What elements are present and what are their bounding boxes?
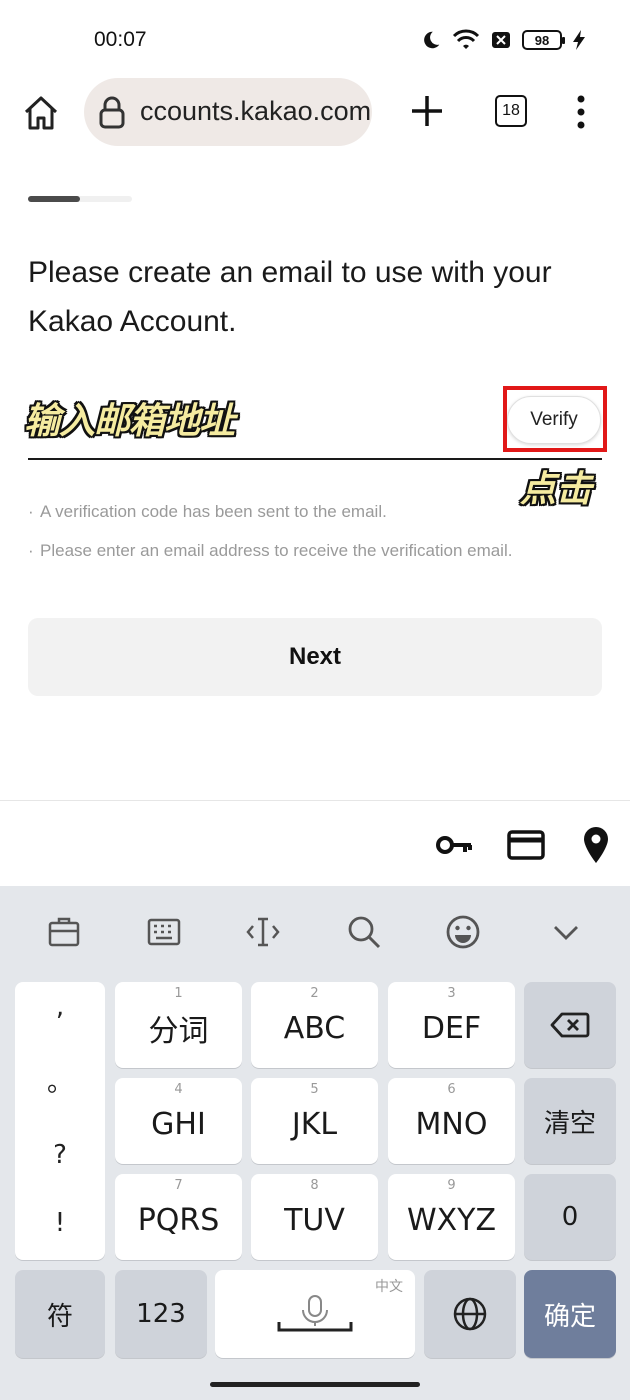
key-7-pqrs[interactable]: 7 PQRS [115, 1174, 242, 1260]
annotation-enter-email: 输入邮箱地址 [24, 401, 235, 442]
key-3-def[interactable]: 3 DEF [388, 982, 515, 1068]
lock-icon[interactable] [96, 94, 128, 130]
key-number: 6 [447, 1082, 456, 1097]
next-button[interactable]: Next [28, 618, 602, 696]
space-hint: 中文 [375, 1279, 403, 1295]
microphone-icon [277, 1295, 353, 1332]
status-bar: 00:07 98 [0, 0, 630, 80]
address-bar[interactable]: ccounts.kakao.com [84, 78, 372, 146]
home-indicator[interactable] [210, 1382, 420, 1387]
emoji-icon[interactable] [445, 914, 481, 950]
space-key[interactable]: 中文 [215, 1270, 415, 1358]
key-1-segment[interactable]: 1 分词 [115, 982, 242, 1068]
progress-fill [28, 196, 80, 202]
status-time: 00:07 [94, 28, 147, 51]
key-number: 8 [310, 1178, 319, 1193]
hint-enter-email: · Please enter an email address to receiv… [28, 541, 513, 560]
hint-code-sent-text: A verification code has been sent to the… [40, 502, 387, 521]
key-label: 清空 [543, 1108, 596, 1139]
key-number: 9 [447, 1178, 456, 1193]
browser-toolbar: ccounts.kakao.com 18 [0, 76, 630, 148]
key-label: 0 [561, 1202, 579, 1232]
punct-period[interactable]: 。 [15, 1062, 105, 1099]
key-label: TUV [284, 1202, 345, 1238]
credit-card-icon[interactable] [506, 825, 546, 865]
punct-exclaim[interactable]: ! [15, 1208, 105, 1238]
home-icon[interactable] [20, 92, 62, 134]
battery-indicator: 98 [522, 30, 565, 50]
key-label: PQRS [137, 1202, 220, 1238]
key-icon[interactable] [434, 825, 474, 865]
annotation-highlight-box [503, 386, 607, 452]
cursor-move-icon[interactable] [245, 914, 281, 950]
tab-switcher-button[interactable]: 18 [495, 95, 527, 127]
key-8-tuv[interactable]: 8 TUV [251, 1174, 378, 1260]
annotation-click: 点击 [520, 469, 593, 510]
key-label: 符 [46, 1301, 73, 1332]
hint-code-sent: · A verification code has been sent to th… [28, 502, 387, 521]
key-label: 确定 [543, 1301, 596, 1332]
key-label: DEF [421, 1010, 482, 1046]
key-9-wxyz[interactable]: 9 WXYZ [388, 1174, 515, 1260]
clear-button[interactable]: 清空 [524, 1078, 616, 1164]
search-icon[interactable] [346, 914, 382, 950]
punct-comma[interactable]: , [15, 992, 105, 1022]
key-2-abc[interactable]: 2 ABC [251, 982, 378, 1068]
wifi-icon [452, 29, 480, 49]
key-label: MNO [415, 1106, 488, 1142]
key-number: 5 [310, 1082, 319, 1097]
key-6-mno[interactable]: 6 MNO [388, 1078, 515, 1164]
punct-question[interactable]: ? [15, 1140, 105, 1170]
key-label: ABC [283, 1010, 346, 1046]
key-label: GHI [151, 1106, 206, 1142]
key-4-ghi[interactable]: 4 GHI [115, 1078, 242, 1164]
backspace-icon [550, 1012, 590, 1038]
key-number: 4 [174, 1082, 183, 1097]
key-label: 分词 [148, 1014, 209, 1049]
globe-icon [453, 1297, 487, 1331]
zero-key[interactable]: 0 [524, 1174, 616, 1260]
clipboard-icon[interactable] [46, 914, 82, 950]
key-5-jkl[interactable]: 5 JKL [251, 1078, 378, 1164]
confirm-button[interactable]: 确定 [524, 1270, 616, 1358]
key-label: 123 [136, 1299, 186, 1329]
charging-icon [573, 30, 585, 50]
symbols-key[interactable]: 符 [15, 1270, 105, 1358]
collapse-keyboard-icon[interactable] [548, 914, 584, 950]
moon-icon [424, 31, 440, 49]
url-text[interactable]: ccounts.kakao.com [140, 96, 371, 127]
more-menu-icon[interactable] [570, 92, 592, 132]
page-title: Please create an email to use with your … [28, 256, 552, 338]
key-number: 3 [447, 986, 456, 1001]
key-label: WXYZ [406, 1202, 497, 1238]
key-number: 2 [310, 986, 319, 1001]
new-tab-icon[interactable] [406, 90, 448, 132]
status-icons: 98 [420, 26, 586, 54]
signup-progress [28, 196, 132, 202]
keyboard-toolbar [0, 886, 630, 978]
location-pin-icon[interactable] [576, 825, 616, 865]
autofill-bar [0, 800, 630, 886]
punctuation-column[interactable]: , 。 ? ! [15, 982, 105, 1260]
hint-enter-email-text: Please enter an email address to receive… [40, 541, 513, 560]
numbers-key[interactable]: 123 [115, 1270, 207, 1358]
key-number: 1 [174, 986, 183, 1001]
keyboard-layout-icon[interactable] [146, 914, 182, 950]
key-label: JKL [291, 1106, 338, 1142]
backspace-button[interactable] [524, 982, 616, 1068]
sim-blocked-icon [492, 32, 510, 48]
key-number: 7 [174, 1178, 183, 1193]
language-key[interactable] [424, 1270, 516, 1358]
